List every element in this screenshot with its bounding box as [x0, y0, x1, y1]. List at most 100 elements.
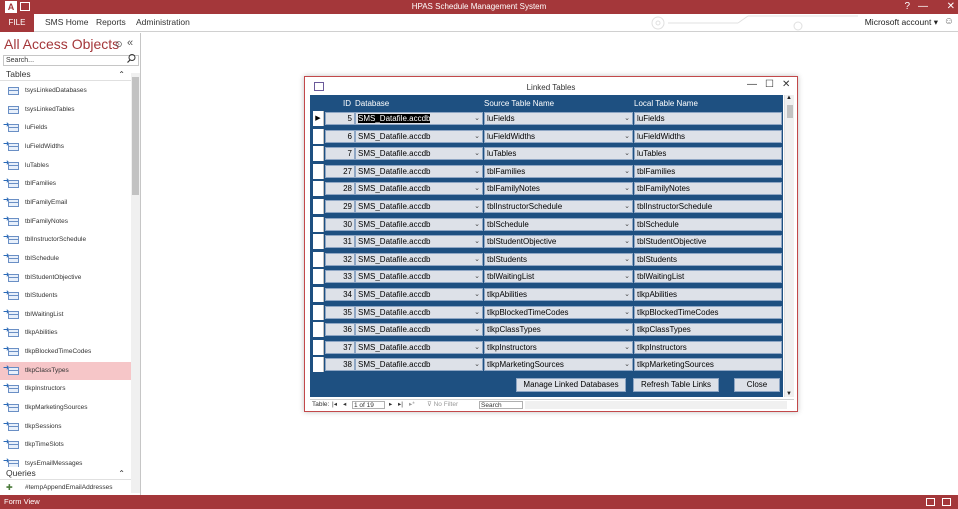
- dropdown-arrow-icon[interactable]: ⌄: [474, 254, 480, 265]
- file-tab[interactable]: FILE: [0, 14, 34, 32]
- dropdown-arrow-icon[interactable]: ⌄: [624, 254, 630, 265]
- database-field[interactable]: SMS_Datafile.accdb ⌄: [355, 252, 483, 266]
- search-field[interactable]: Search: [479, 401, 523, 409]
- database-field[interactable]: SMS_Datafile.accdb ⌄: [355, 270, 483, 284]
- scroll-up-icon[interactable]: ▲: [786, 95, 792, 101]
- record-selector[interactable]: [313, 339, 324, 355]
- collapse-group-icon[interactable]: ⌃: [118, 68, 125, 81]
- nav-item-table[interactable]: ➜ tlkpTimeSlots: [0, 436, 131, 454]
- minimize-icon[interactable]: —: [747, 79, 757, 90]
- nav-item-table[interactable]: ➜ tlkpInstructors: [0, 380, 131, 398]
- form-scrollbar[interactable]: ▲ ▼: [784, 95, 794, 397]
- tab-sms-home[interactable]: SMS Home: [45, 17, 88, 27]
- record-selector[interactable]: [313, 322, 324, 338]
- id-field[interactable]: 33: [325, 270, 355, 284]
- nav-pane-title[interactable]: All Access Objects: [4, 36, 119, 52]
- close-window-icon[interactable]: ✕: [947, 1, 955, 12]
- dropdown-arrow-icon[interactable]: ⌄: [624, 131, 630, 142]
- refresh-table-links-button[interactable]: Refresh Table Links: [633, 378, 719, 392]
- scroll-down-icon[interactable]: ▼: [786, 391, 792, 397]
- dropdown-arrow-icon[interactable]: ⌄: [624, 113, 630, 124]
- local-table-field[interactable]: luFieldWidths: [634, 129, 782, 143]
- id-field[interactable]: 29: [325, 200, 355, 213]
- id-field[interactable]: 37: [325, 340, 355, 354]
- dropdown-arrow-icon[interactable]: ⌄: [624, 271, 630, 282]
- record-selector[interactable]: [313, 251, 324, 267]
- database-field[interactable]: SMS_Datafile.accdb ⌄: [355, 235, 483, 249]
- scroll-thumb[interactable]: [787, 105, 793, 118]
- nav-item-table[interactable]: ➜ tblFamilyNotes: [0, 213, 131, 231]
- record-selector[interactable]: [313, 304, 324, 320]
- record-selector[interactable]: [313, 181, 324, 197]
- id-field[interactable]: 30: [325, 217, 355, 231]
- nav-dropdown-icon[interactable]: ⊙: [115, 39, 123, 50]
- search-icon[interactable]: [127, 54, 136, 63]
- source-table-field[interactable]: luTables ⌄: [484, 147, 633, 161]
- group-header-tables[interactable]: Tables ⌃: [0, 68, 131, 81]
- last-record-icon[interactable]: ▸|: [398, 400, 403, 410]
- avatar[interactable]: ☺: [944, 16, 954, 27]
- nav-item-table[interactable]: ➜ tlkpMarketingSources: [0, 399, 131, 417]
- source-table-field[interactable]: tblStudentObjective ⌄: [484, 235, 633, 249]
- dropdown-arrow-icon[interactable]: ⌄: [624, 148, 630, 159]
- nav-item-table[interactable]: ➜ tblWaitingList: [0, 306, 131, 324]
- local-table-field[interactable]: tblFamilies: [634, 164, 782, 178]
- id-field[interactable]: 7: [325, 147, 355, 161]
- database-field[interactable]: SMS_Datafile.accdb ⌄: [355, 182, 483, 196]
- dropdown-arrow-icon[interactable]: ⌄: [624, 219, 630, 230]
- id-field[interactable]: 36: [325, 323, 355, 337]
- dropdown-arrow-icon[interactable]: ⌄: [624, 236, 630, 247]
- local-table-field[interactable]: tblWaitingList: [634, 270, 782, 284]
- horizontal-scrollbar[interactable]: [525, 401, 787, 409]
- dropdown-arrow-icon[interactable]: ⌄: [474, 307, 480, 318]
- dropdown-arrow-icon[interactable]: ⌄: [624, 201, 630, 212]
- record-selector[interactable]: [313, 357, 324, 373]
- prev-record-icon[interactable]: ◂: [343, 400, 346, 410]
- record-selector[interactable]: [313, 234, 324, 250]
- source-table-field[interactable]: tlkpMarketingSources ⌄: [484, 358, 633, 372]
- nav-item-table[interactable]: ➜ luFieldWidths: [0, 138, 131, 156]
- dropdown-arrow-icon[interactable]: ⌄: [474, 148, 480, 159]
- first-record-icon[interactable]: |◂: [332, 400, 337, 410]
- dropdown-arrow-icon[interactable]: ⌄: [474, 271, 480, 282]
- database-field[interactable]: SMS_Datafile.accdb ⌄: [355, 129, 483, 143]
- nav-item-table[interactable]: ➜ tblStudents: [0, 287, 131, 305]
- nav-item-table[interactable]: ➜ tlkpAbilities: [0, 324, 131, 342]
- id-field[interactable]: 6: [325, 129, 355, 143]
- source-table-field[interactable]: tblFamilyNotes ⌄: [484, 182, 633, 196]
- source-table-field[interactable]: luFieldWidths ⌄: [484, 129, 633, 143]
- record-selector[interactable]: [313, 287, 324, 302]
- record-selector[interactable]: [313, 216, 324, 232]
- database-field[interactable]: SMS_Datafile.accdb ⌄: [355, 358, 483, 372]
- help-icon[interactable]: ?: [904, 1, 910, 12]
- nav-item-table[interactable]: tsysLinkedDatabases: [0, 82, 131, 100]
- nav-item-table[interactable]: tsysLinkedTables: [0, 101, 131, 119]
- scroll-thumb[interactable]: [132, 77, 139, 195]
- nav-item-table[interactable]: ➜ tblStudentObjective: [0, 269, 131, 287]
- id-field[interactable]: 32: [325, 252, 355, 266]
- local-table-field[interactable]: tblFamilyNotes: [634, 182, 782, 196]
- dropdown-arrow-icon[interactable]: ⌄: [474, 113, 480, 124]
- record-selector[interactable]: [313, 146, 324, 162]
- id-field[interactable]: 35: [325, 305, 355, 319]
- source-table-field[interactable]: luFields ⌄: [484, 112, 633, 125]
- database-field[interactable]: SMS_Datafile.accdb ⌄: [355, 288, 483, 301]
- form-view-icon[interactable]: [926, 498, 935, 506]
- dropdown-arrow-icon[interactable]: ⌄: [474, 236, 480, 247]
- minimize-icon[interactable]: —: [918, 1, 928, 12]
- close-button[interactable]: Close: [734, 378, 780, 392]
- dropdown-arrow-icon[interactable]: ⌄: [474, 201, 480, 212]
- nav-item-table[interactable]: ➜ luFields: [0, 119, 131, 137]
- database-field[interactable]: SMS_Datafile.accdb ⌄: [355, 340, 483, 354]
- source-table-field[interactable]: tlkpBlockedTimeCodes ⌄: [484, 305, 633, 319]
- source-table-field[interactable]: tblWaitingList ⌄: [484, 270, 633, 284]
- database-field[interactable]: SMS_Datafile.accdb ⌄: [355, 200, 483, 213]
- nav-scrollbar[interactable]: [131, 73, 140, 493]
- dropdown-arrow-icon[interactable]: ⌄: [624, 324, 630, 335]
- dropdown-arrow-icon[interactable]: ⌄: [474, 359, 480, 370]
- nav-item-table[interactable]: ➜ tlkpBlockedTimeCodes: [0, 343, 131, 361]
- local-table-field[interactable]: tlkpBlockedTimeCodes: [634, 305, 782, 319]
- nav-item-table[interactable]: ➜ luTables: [0, 157, 131, 175]
- manage-linked-databases-button[interactable]: Manage Linked Databases: [516, 378, 626, 392]
- dropdown-arrow-icon[interactable]: ⌄: [474, 183, 480, 194]
